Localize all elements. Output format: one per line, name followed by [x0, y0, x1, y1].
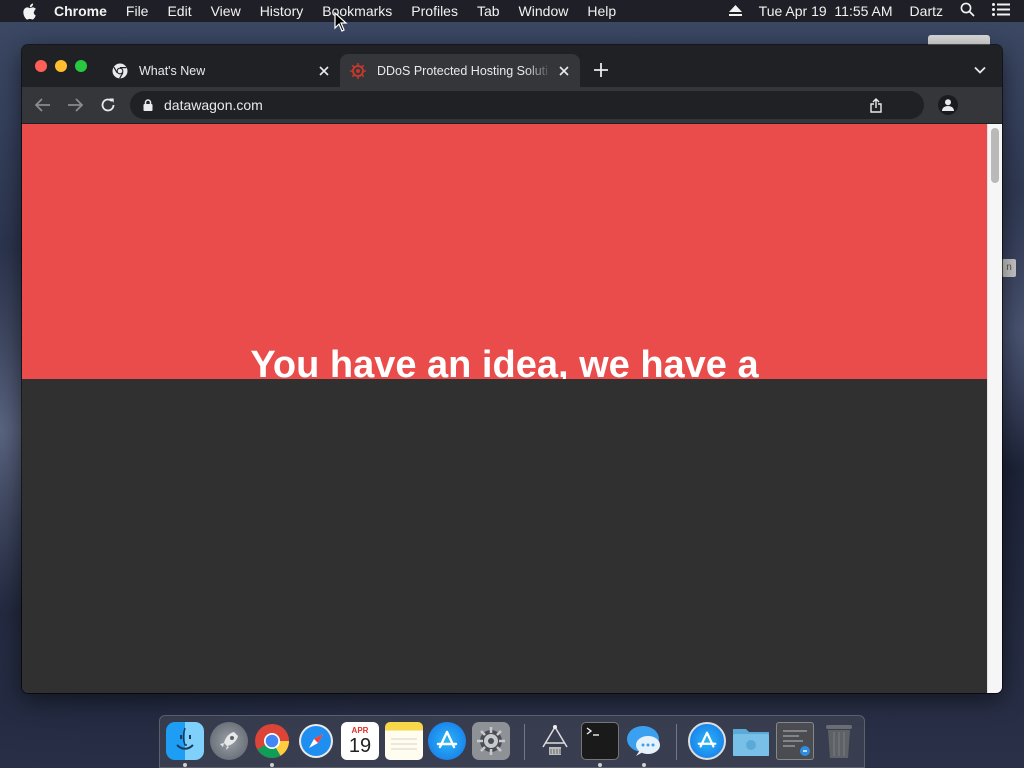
menu-bar: Chrome File Edit View History Bookmarks …: [0, 0, 1024, 22]
menu-window[interactable]: Window: [519, 3, 569, 19]
terminal-icon[interactable]: [581, 722, 619, 760]
eject-icon[interactable]: [728, 3, 742, 19]
tab-title: What's New: [139, 63, 206, 78]
new-tab-plus-icon[interactable]: [592, 61, 610, 79]
lock-icon[interactable]: [141, 98, 155, 112]
tab-title: DDoS Protected Hosting Soluti: [377, 63, 548, 78]
zoom-window-button[interactable]: [75, 60, 87, 72]
running-indicator: [642, 763, 646, 767]
launchpad-rocket-icon[interactable]: [210, 722, 248, 760]
back-arrow-icon[interactable]: [34, 96, 52, 114]
tab-strip: What's New DDoS Protected Hosting Soluti: [22, 45, 1002, 87]
safari-compass-icon[interactable]: [297, 722, 335, 760]
browser-toolbar: datawagon.com: [22, 87, 1002, 123]
menu-tab[interactable]: Tab: [477, 3, 500, 19]
system-preferences-gear-icon[interactable]: [472, 722, 510, 760]
address-bar[interactable]: datawagon.com: [130, 91, 924, 119]
hero-banner: You have an idea, we have a: [22, 124, 987, 379]
dock: APR 19: [159, 715, 865, 768]
app-store-icon[interactable]: [428, 722, 466, 760]
chevron-down-icon[interactable]: [972, 62, 988, 78]
window-controls: [35, 60, 95, 72]
tab-close-icon[interactable]: [316, 63, 332, 79]
notes-icon[interactable]: [385, 722, 423, 760]
running-indicator: [598, 763, 602, 767]
running-indicator: [270, 763, 274, 767]
menu-file[interactable]: File: [126, 3, 149, 19]
menu-bookmarks[interactable]: Bookmarks: [322, 3, 392, 19]
vertical-scrollbar[interactable]: [987, 124, 1002, 693]
app-store-folder-icon[interactable]: [688, 722, 726, 760]
spotlight-search-icon[interactable]: [960, 2, 975, 20]
menu-view[interactable]: View: [211, 3, 241, 19]
tab-close-icon[interactable]: [556, 63, 572, 79]
network-radar-icon[interactable]: [536, 722, 574, 760]
hero-heading: You have an idea, we have a: [250, 344, 759, 379]
calendar-day: 19: [348, 734, 372, 757]
menu-history[interactable]: History: [260, 3, 304, 19]
notification-list-icon[interactable]: [992, 3, 1010, 19]
dock-separator: [676, 724, 677, 760]
downloads-folder-icon[interactable]: [732, 722, 770, 760]
finder-icon[interactable]: [166, 722, 204, 760]
menu-profiles[interactable]: Profiles: [411, 3, 458, 19]
datawagon-icon: [350, 62, 366, 79]
close-window-button[interactable]: [35, 60, 47, 72]
trash-icon[interactable]: [820, 722, 858, 760]
menu-clock[interactable]: Tue Apr 19 11:55 AM: [759, 3, 893, 19]
calendar-icon[interactable]: APR 19: [341, 722, 379, 760]
messages-bubble-icon[interactable]: [625, 722, 663, 760]
forward-arrow-icon[interactable]: [66, 96, 84, 114]
content-section: [22, 379, 987, 693]
scrollbar-thumb[interactable]: [991, 128, 999, 183]
chrome-icon: [112, 63, 128, 79]
apple-icon[interactable]: [20, 2, 38, 20]
dock-separator: [524, 724, 525, 760]
reload-icon[interactable]: [99, 96, 117, 114]
screenshot-stack-icon[interactable]: [776, 722, 814, 760]
chrome-window: What's New DDoS Protected Hosting Soluti: [22, 45, 1002, 693]
tab-datawagon[interactable]: DDoS Protected Hosting Soluti: [340, 54, 580, 87]
chrome-app-icon[interactable]: [253, 722, 291, 760]
tab-whats-new[interactable]: What's New: [102, 54, 340, 87]
menu-edit[interactable]: Edit: [167, 3, 191, 19]
background-window[interactable]: [928, 35, 990, 45]
running-indicator: [183, 763, 187, 767]
menu-user[interactable]: Dartz: [910, 3, 943, 19]
mouse-cursor-icon: [334, 12, 348, 32]
url-text[interactable]: datawagon.com: [164, 97, 263, 113]
menu-extras: Tue Apr 19 11:55 AM Dartz: [728, 0, 1024, 22]
background-window-edge[interactable]: n: [1002, 259, 1016, 277]
calendar-month: APR: [351, 725, 369, 735]
menu-help[interactable]: Help: [587, 3, 616, 19]
menu-app-name[interactable]: Chrome: [54, 3, 107, 19]
profile-avatar-icon[interactable]: [938, 95, 958, 115]
minimize-window-button[interactable]: [55, 60, 67, 72]
page-viewport: You have an idea, we have a: [22, 124, 1002, 693]
share-icon[interactable]: [868, 97, 884, 113]
